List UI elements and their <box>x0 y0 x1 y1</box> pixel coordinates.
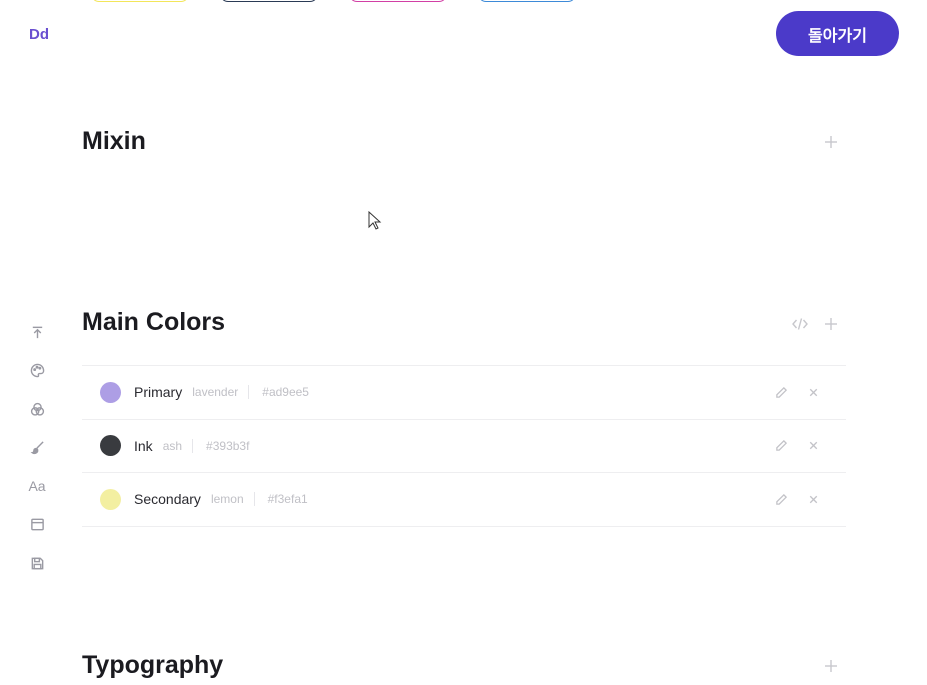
top-pill-yellow[interactable] <box>91 0 189 2</box>
logo[interactable]: Dd <box>29 26 49 43</box>
add-mixin-icon[interactable] <box>825 135 841 151</box>
color-circles-icon[interactable] <box>27 399 47 419</box>
close-icon[interactable] <box>806 492 820 506</box>
top-pill-pink[interactable] <box>349 0 447 2</box>
color-hex: #393b3f <box>206 438 250 453</box>
color-hex: #f3efa1 <box>267 492 308 507</box>
color-swatch <box>100 435 121 457</box>
palette-icon[interactable] <box>27 361 47 381</box>
color-name: Primary <box>134 384 183 401</box>
color-name: Secondary <box>134 491 201 508</box>
typography-icon[interactable]: Aa <box>27 476 47 496</box>
edit-pencil-icon[interactable] <box>774 439 788 453</box>
code-icon[interactable] <box>792 317 810 333</box>
layout-icon[interactable] <box>27 515 47 535</box>
mouse-cursor-icon <box>368 211 382 230</box>
close-icon[interactable] <box>806 439 820 453</box>
edit-pencil-icon[interactable] <box>774 492 788 506</box>
brush-icon[interactable] <box>27 438 47 458</box>
section-title-typography: Typography <box>82 651 224 679</box>
sidebar: Aa <box>27 322 47 592</box>
top-pill-navy[interactable] <box>220 0 318 2</box>
arrow-up-to-top-icon[interactable] <box>27 322 47 342</box>
edit-pencil-icon[interactable] <box>774 385 788 399</box>
color-alias: lavender <box>192 385 250 400</box>
section-title-main-colors: Main Colors <box>82 308 226 336</box>
section-title-mixin: Mixin <box>82 127 146 155</box>
color-name: Ink <box>134 437 153 454</box>
close-icon[interactable] <box>806 385 820 399</box>
back-button[interactable]: 돌아가기 <box>776 11 899 56</box>
color-row-ink[interactable]: Ink ash #393b3f <box>82 420 846 473</box>
color-swatch <box>100 381 121 403</box>
top-pill-group <box>91 0 576 2</box>
color-hex: #ad9ee5 <box>262 385 309 400</box>
color-row-primary[interactable]: Primary lavender #ad9ee5 <box>82 366 846 420</box>
color-list: Primary lavender #ad9ee5 Ink ash #393b3f… <box>82 365 846 527</box>
top-pill-blue[interactable] <box>478 0 576 2</box>
color-alias: lemon <box>211 492 255 507</box>
add-typography-icon[interactable] <box>825 659 841 675</box>
color-row-secondary[interactable]: Secondary lemon #f3efa1 <box>82 473 846 527</box>
color-alias: ash <box>163 438 194 453</box>
save-icon[interactable] <box>27 553 47 573</box>
add-color-icon[interactable] <box>825 317 841 333</box>
color-swatch <box>100 488 121 510</box>
